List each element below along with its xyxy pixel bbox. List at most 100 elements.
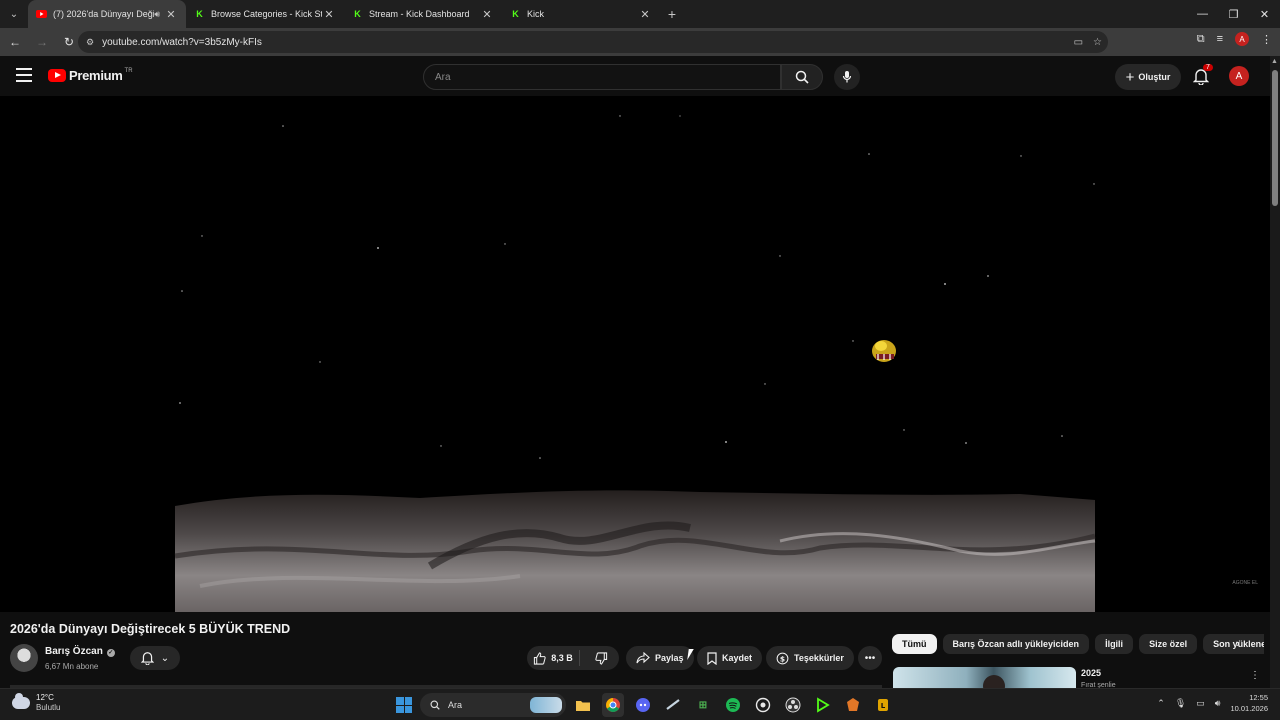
cast-icon[interactable]: ▭ <box>1074 37 1083 48</box>
tab-youtube-video[interactable]: (7) 2026'da Dünyayı Değiştir 🔊︎ ✕ <box>28 0 186 28</box>
account-avatar[interactable]: A <box>1229 66 1249 86</box>
tab-title: Kick <box>527 9 545 19</box>
chevron-down-icon: ⌄ <box>160 652 170 664</box>
like-button[interactable]: 8,3 B <box>527 650 580 666</box>
restore-icon[interactable]: ❐ <box>1218 0 1249 28</box>
subscription-bell-button[interactable]: ⌄ <box>130 646 180 670</box>
chrome-icon[interactable] <box>602 693 624 717</box>
hamburger-menu-icon[interactable] <box>16 68 32 82</box>
channel-name-text: Barış Özcan <box>45 646 103 657</box>
create-button[interactable]: + Oluştur <box>1115 64 1181 90</box>
recommended-video-thumbnail[interactable] <box>893 667 1076 688</box>
obs-icon[interactable] <box>782 693 804 717</box>
browser-menu-icon[interactable]: ⋮ <box>1261 33 1272 46</box>
video-player[interactable]: AGONE EL <box>0 96 1270 612</box>
youtube-favicon-icon <box>36 9 47 20</box>
youtube-play-icon <box>48 69 66 82</box>
tab-close-icon[interactable]: ✕ <box>638 8 652 21</box>
voice-search-button[interactable] <box>834 64 860 90</box>
subscriber-count: 6,67 Mn abone <box>45 662 99 671</box>
minimize-icon[interactable]: — <box>1187 0 1218 28</box>
page-scrollbar[interactable]: ▲ <box>1270 56 1280 688</box>
taskbar-search-label: Ara <box>448 700 463 710</box>
search-icon <box>430 700 440 710</box>
tab-search-button[interactable]: ⌄ <box>4 4 24 24</box>
recommendation-menu-icon[interactable]: ⋮ <box>1250 670 1260 681</box>
spotify-icon[interactable] <box>722 693 744 717</box>
steam-icon[interactable] <box>662 693 684 717</box>
chip-recently-uploaded[interactable]: Son yüklenenler <box>1203 634 1264 654</box>
browser-profile-avatar[interactable]: A <box>1235 32 1249 46</box>
site-info-icon[interactable]: ⚙ <box>86 37 94 48</box>
video-title: 2026'da Dünyayı Değiştirecek 5 BÜYÜK TRE… <box>10 622 291 636</box>
more-horizontal-icon: ••• <box>864 652 876 664</box>
tab-kick-home[interactable]: K Kick ✕ <box>502 0 660 28</box>
search-button[interactable] <box>781 64 823 90</box>
tab-close-icon[interactable]: ✕ <box>480 8 494 21</box>
app-icon[interactable]: ⊞ <box>692 693 714 717</box>
save-label: Kaydet <box>722 653 753 663</box>
stars <box>179 115 1095 499</box>
system-clock[interactable]: 12:55 10.01.2026 <box>1230 692 1268 714</box>
tab-title: (7) 2026'da Dünyayı Değiştir <box>53 9 155 19</box>
extensions-icon[interactable]: ⧉ <box>1197 33 1205 46</box>
video-watermark: AGONE EL <box>1232 580 1258 586</box>
search-input[interactable]: Ara <box>423 64 781 90</box>
tray-chevron-up-icon[interactable]: ⌃ <box>1157 698 1165 709</box>
whatsapp-icon[interactable] <box>752 693 774 717</box>
microphone-tray-icon[interactable]: 🎙︎ <box>1175 698 1186 709</box>
system-tray: ⌃ 🎙︎ ▭ 🔊︎ 12:55 10.01.2026 <box>1157 692 1268 714</box>
address-bar[interactable]: ⚙ youtube.com/watch?v=3b5zMy-kFIs ▭ ☆ <box>78 31 1108 53</box>
chip-all[interactable]: Tümü <box>892 634 937 654</box>
game-launcher-icon[interactable] <box>842 693 864 717</box>
recommended-video-title[interactable]: 2025 <box>1081 668 1101 678</box>
chevron-right-icon[interactable]: › <box>1236 638 1240 650</box>
windows-start-icon[interactable] <box>396 697 412 713</box>
forward-icon[interactable]: → <box>30 30 54 54</box>
youtube-premium-logo[interactable]: Premium TR <box>48 68 133 83</box>
close-window-icon[interactable]: ✕ <box>1249 0 1280 28</box>
tab-kick-dashboard[interactable]: K Stream - Kick Dashboard ✕ <box>344 0 502 28</box>
weather-temp: 12°C <box>36 693 54 702</box>
taskbar-search[interactable]: Ara <box>420 693 566 717</box>
kick-favicon-icon: K <box>512 9 519 19</box>
weather-desc: Bulutlu <box>36 703 61 712</box>
discord-icon[interactable] <box>632 693 654 717</box>
clock-date: 10.01.2026 <box>1230 704 1268 713</box>
editor-icon[interactable]: L <box>872 693 894 717</box>
back-icon[interactable]: ← <box>3 30 27 54</box>
scroll-up-icon[interactable]: ▲ <box>1271 58 1278 65</box>
bookmark-star-icon[interactable]: ☆ <box>1093 37 1102 48</box>
network-icon[interactable]: ▭ <box>1196 698 1205 709</box>
media-control-icon[interactable]: ≡ <box>1217 33 1223 45</box>
kick-app-icon[interactable] <box>812 693 834 717</box>
windows-taskbar: 12°C Bulutlu Ara ⊞ L ⌃ 🎙︎ ▭ 🔊︎ 12:55 10.01… <box>0 688 1280 720</box>
save-button[interactable]: Kaydet <box>697 646 763 670</box>
dislike-button[interactable] <box>585 651 619 665</box>
tab-close-icon[interactable]: ✕ <box>322 8 336 21</box>
chip-from-uploader[interactable]: Barış Özcan adlı yükleyiciden <box>942 634 1090 654</box>
tab-audio-icon[interactable]: 🔊︎ <box>154 9 160 20</box>
scrollbar-thumb[interactable] <box>1272 70 1278 206</box>
chip-related[interactable]: İlgili <box>1095 634 1134 654</box>
tab-kick-browse[interactable]: K Browse Categories - Kick Stream ✕ <box>186 0 344 28</box>
new-tab-button[interactable]: + <box>660 6 684 22</box>
like-dislike-group: 8,3 B <box>527 646 619 670</box>
search-icon <box>795 70 809 84</box>
share-button[interactable]: Paylaş <box>626 646 694 670</box>
more-actions-button[interactable]: ••• <box>858 646 882 670</box>
search-highlight-image <box>530 697 562 713</box>
satellite <box>872 340 896 362</box>
tab-title: Browse Categories - Kick Stream <box>211 9 322 19</box>
file-explorer-icon[interactable] <box>572 693 594 717</box>
channel-avatar[interactable] <box>10 644 38 672</box>
volume-icon[interactable]: 🔊︎ <box>1215 698 1221 709</box>
notifications-button[interactable]: 7 <box>1192 64 1213 86</box>
clock-time: 12:55 <box>1249 693 1268 702</box>
tab-close-icon[interactable]: ✕ <box>164 8 178 21</box>
youtube-header: Premium TR Ara + Oluştur 7 A <box>0 56 1270 96</box>
weather-widget[interactable]: 12°C Bulutlu <box>12 693 60 713</box>
chip-for-you[interactable]: Size özel <box>1139 634 1198 654</box>
channel-name[interactable]: Barış Özcan ✓ <box>45 646 115 657</box>
thanks-button[interactable]: $ Teşekkürler <box>766 646 854 670</box>
